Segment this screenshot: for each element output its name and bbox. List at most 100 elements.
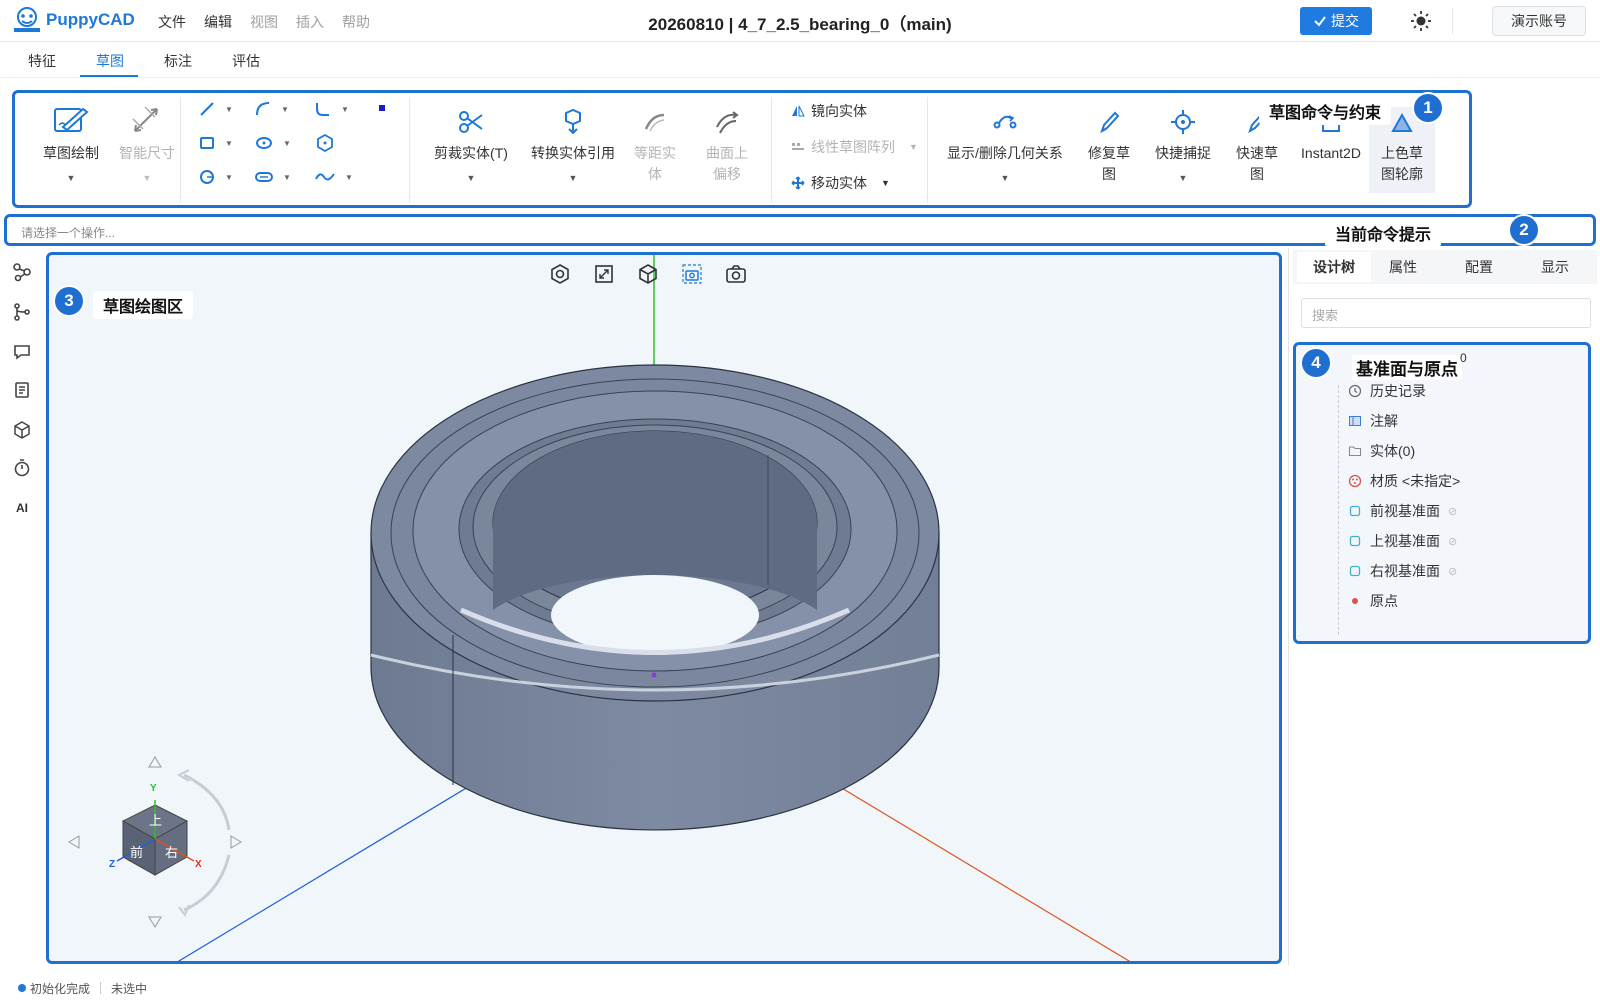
ai-icon[interactable]: AI [12,498,32,518]
circle-tool[interactable]: ▼ [199,169,233,185]
status-divider [100,982,102,994]
linear-pattern-button[interactable]: 线性草图阵列 ▼ [791,137,918,157]
cube-icon[interactable] [12,420,32,440]
design-tree: 4 基准面与原点 0 历史记录 注解 实体(0) 材质 <未指定> 前视基准面 … [1293,342,1591,644]
caret-icon[interactable]: ▼ [909,142,918,152]
eye-hidden-icon[interactable]: ⊘ [1448,505,1457,518]
spline-tool[interactable]: ▼ [315,169,353,185]
quick-snap-button[interactable]: 快捷捕捉 ▼ [1145,107,1221,184]
camera-icon[interactable] [725,263,747,285]
account-button[interactable]: 演示账号 [1492,6,1586,36]
move-entities-button[interactable]: 移动实体 ▼ [791,173,890,193]
offset-on-surface-button[interactable]: 曲面上 偏移 [699,107,755,185]
view-cube-x-label: X [195,859,202,870]
sketch-canvas[interactable]: 上 前 右 Y X Z 3 草图绘图区 [46,252,1282,964]
tree-item-material[interactable]: 材质 <未指定> [1348,471,1460,491]
tab-annotation[interactable]: 标注 [164,51,192,71]
repair-sketch-button[interactable]: 修复草 图 [1081,107,1137,185]
caret-icon[interactable]: ▼ [569,172,578,184]
design-tree-search-input[interactable]: 搜索 [1301,298,1591,328]
menu-view[interactable]: 视图 [250,12,278,32]
origin-point [651,672,657,678]
tree-item-label: 注解 [1370,413,1398,429]
right-panel-tabs: 设计树 属性 配置 显示 [1293,250,1597,284]
rectangle-tool[interactable]: ▼ [199,135,233,151]
caret-icon[interactable]: ▼ [225,105,233,114]
caret-icon[interactable]: ▼ [1179,172,1188,184]
caret-icon[interactable]: ▼ [283,173,291,182]
submit-label: 提交 [1331,13,1359,29]
tree-item-right-plane[interactable]: 右视基准面 ⊘ [1348,561,1457,581]
fillet-tool[interactable]: ▼ [315,101,349,117]
caret-icon[interactable]: ▼ [143,172,152,184]
tree-item-annotations[interactable]: 注解 [1348,411,1398,431]
shaded-contour-label-line2: 图轮廓 [1381,166,1423,182]
line-icon [200,102,214,116]
arc-tool[interactable]: ▼ [255,101,289,117]
instant2d-label: Instant2D [1301,145,1361,161]
caret-icon[interactable]: ▼ [67,172,76,184]
eye-hidden-icon[interactable]: ⊘ [1448,565,1457,578]
menu-file[interactable]: 文件 [158,12,186,32]
repair-sketch-label-line2: 图 [1102,166,1116,182]
menu-help[interactable]: 帮助 [342,12,370,32]
slot-tool[interactable]: ▼ [255,169,291,185]
comment-icon[interactable] [12,342,32,362]
spline-icon [315,173,335,181]
tab-feature[interactable]: 特征 [28,51,56,71]
offset-entities-button[interactable]: 等距实 体 [627,107,683,185]
app-logo[interactable]: PuppyCAD [12,6,135,34]
tab-display[interactable]: 显示 [1541,257,1569,277]
sketch-draw-button[interactable]: 草图绘制 ▼ [29,105,113,184]
tab-configuration[interactable]: 配置 [1465,257,1493,277]
tab-properties[interactable]: 属性 [1389,257,1417,277]
tree-item-top-plane[interactable]: 上视基准面 ⊘ [1348,531,1457,551]
sketch-draw-icon [54,107,89,132]
camera-snapshot-icon[interactable] [681,263,703,285]
smart-dimension-button[interactable]: 智能尺寸 ▼ [105,105,189,184]
assembly-icon[interactable] [12,262,32,282]
caret-icon[interactable]: ▼ [341,105,349,114]
display-delete-relations-button[interactable]: 显示/删除几何关系 ▼ [935,107,1075,184]
circle-icon [200,170,214,184]
submit-button[interactable]: 提交 [1300,7,1372,35]
isometric-view-icon[interactable] [637,263,659,285]
tree-item-solid-bodies[interactable]: 实体(0) [1348,441,1415,461]
branch-icon[interactable] [12,302,32,322]
tree-root-label[interactable]: 基准面与原点 [1352,355,1462,380]
fit-view-icon[interactable] [593,263,615,285]
list-icon[interactable] [12,380,32,400]
trim-entities-button[interactable]: 剪裁实体(T) ▼ [421,107,521,184]
theme-toggle-sun-icon[interactable] [1410,10,1432,32]
caret-icon[interactable]: ▼ [1001,172,1010,184]
polygon-tool[interactable] [315,133,335,153]
convert-entities-button[interactable]: 转换实体引用 ▼ [519,107,627,184]
ellipse-tool[interactable]: ▼ [255,135,291,151]
convert-entities-label: 转换实体引用 [531,145,615,161]
caret-icon[interactable]: ▼ [467,172,476,184]
ribbon-divider [409,97,410,203]
rectangle-icon [200,137,214,149]
mirror-entities-button[interactable]: 镜向实体 [791,101,867,121]
caret-icon[interactable]: ▼ [881,178,890,188]
caret-icon[interactable]: ▼ [345,173,353,182]
quick-snap-label: 快捷捕捉 [1155,145,1211,161]
tree-item-history[interactable]: 历史记录 [1348,381,1426,401]
tree-item-front-plane[interactable]: 前视基准面 ⊘ [1348,501,1457,521]
view-orientation-icon[interactable] [549,263,571,285]
caret-icon[interactable]: ▼ [281,105,289,114]
caret-icon[interactable]: ▼ [283,139,291,148]
timer-icon[interactable] [12,458,32,478]
tab-sketch[interactable]: 草图 [96,51,124,71]
caret-icon[interactable]: ▼ [225,139,233,148]
tab-evaluate[interactable]: 评估 [232,51,260,71]
line-tool[interactable]: ▼ [199,101,233,117]
tree-item-origin[interactable]: 原点 [1348,591,1398,611]
menu-edit[interactable]: 编辑 [204,12,232,32]
caret-icon[interactable]: ▼ [225,173,233,182]
tab-design-tree[interactable]: 设计树 [1297,252,1371,282]
point-tool[interactable] [377,103,387,113]
menu-insert[interactable]: 插入 [296,12,324,32]
eye-hidden-icon[interactable]: ⊘ [1448,535,1457,548]
folder-icon [1348,444,1362,458]
